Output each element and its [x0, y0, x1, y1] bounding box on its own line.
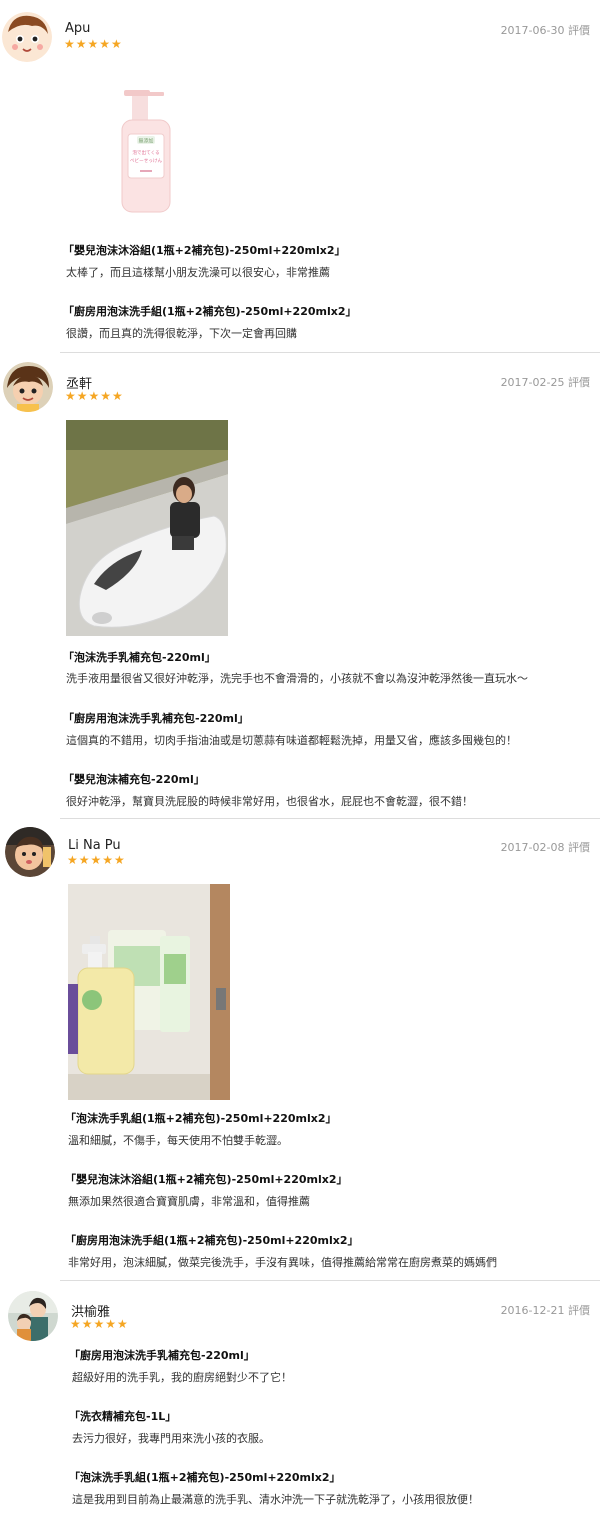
avatar[interactable]	[2, 12, 52, 62]
review-date: 2016-12-21 評價	[500, 1304, 590, 1317]
reviewer-name: Li Na Pu	[68, 838, 121, 853]
review-photo[interactable]	[68, 884, 230, 1100]
product-bottle-image: 無添加 泡で出てくる ベビーせっけん	[110, 86, 190, 216]
rating-stars: ★★★★★	[70, 1317, 129, 1331]
product-line2-text: ベビーせっけん	[130, 157, 163, 164]
review-text: 非常好用，泡沫細膩，做菜完後洗手，手沒有異味，值得推薦給常常在廚房煮菜的媽媽們	[68, 1256, 497, 1269]
review-text: 很讚，而且真的洗得很乾淨，下次一定會再回購	[66, 327, 297, 340]
product-title[interactable]: 「泡沫洗手乳補充包-220ml」	[63, 649, 216, 665]
review-text: 很好沖乾淨，幫寶貝洗屁股的時候非常好用，也很省水，屁屁也不會乾澀，很不錯！	[66, 795, 473, 808]
product-title[interactable]: 「泡沫洗手乳組(1瓶+2補充包)-250ml+220mlx2」	[69, 1469, 341, 1485]
review-date: 2017-06-30 評價	[500, 24, 590, 37]
rating-stars: ★★★★★	[65, 389, 124, 403]
product-brand-text: 無添加	[138, 138, 153, 145]
review-text: 太棒了，而且這樣幫小朋友洗澡可以很安心，非常推薦	[66, 266, 330, 279]
review-text: 無添加果然很適合寶寶肌膚，非常溫和，值得推薦	[68, 1195, 310, 1208]
review-divider	[60, 818, 600, 819]
product-title[interactable]: 「泡沫洗手乳組(1瓶+2補充包)-250ml+220mlx2」	[65, 1110, 337, 1126]
review-date: 2017-02-25 評價	[500, 376, 590, 389]
reviewer-name: Apu	[65, 21, 91, 36]
avatar[interactable]	[5, 827, 55, 877]
review-text: 超級好用的洗手乳，我的廚房絕對少不了它！	[72, 1371, 292, 1384]
cabinet-products-photo	[68, 884, 230, 1100]
review-text: 去污力很好，我專門用來洗小孩的衣服。	[72, 1432, 270, 1445]
rating-stars: ★★★★★	[67, 853, 126, 867]
review-text: 洗手液用量很省又很好沖乾淨，洗完手也不會滑滑的，小孩就不會以為沒沖乾淨然後一直玩…	[66, 672, 528, 685]
review-divider	[60, 352, 600, 353]
product-title[interactable]: 「嬰兒泡沫補充包-220ml」	[63, 771, 205, 787]
avatar[interactable]	[3, 362, 53, 412]
product-title[interactable]: 「嬰兒泡沫沐浴組(1瓶+2補充包)-250ml+220mlx2」	[65, 1171, 348, 1187]
product-title[interactable]: 「廚房用泡沫洗手乳補充包-220ml」	[69, 1347, 255, 1363]
rating-stars: ★★★★★	[64, 37, 123, 51]
review-photo[interactable]: 無添加 泡で出てくる ベビーせっけん	[110, 86, 190, 216]
child-car-photo	[66, 420, 228, 636]
review-text: 這個真的不錯用，切肉手指油油或是切蔥蒜有味道都輕鬆洗掉，用量又省，應該多囤幾包的…	[66, 734, 517, 747]
avatar[interactable]	[8, 1291, 58, 1341]
product-title[interactable]: 「嬰兒泡沫沐浴組(1瓶+2補充包)-250ml+220mlx2」	[63, 242, 346, 258]
product-title[interactable]: 「廚房用泡沫洗手乳補充包-220ml」	[63, 710, 249, 726]
product-title[interactable]: 「廚房用泡沫洗手組(1瓶+2補充包)-250ml+220mlx2」	[65, 1232, 359, 1248]
product-title[interactable]: 「洗衣精補充包-1L」	[69, 1408, 176, 1424]
product-title[interactable]: 「廚房用泡沫洗手組(1瓶+2補充包)-250ml+220mlx2」	[63, 303, 357, 319]
review-divider	[60, 1280, 600, 1281]
review-text: 溫和細膩，不傷手，每天使用不怕雙手乾澀。	[68, 1134, 288, 1147]
review-text: 這是我用到目前為止最滿意的洗手乳、清水沖洗一下子就洗乾淨了，小孩用很放便！	[72, 1493, 479, 1506]
review-date: 2017-02-08 評價	[500, 841, 590, 854]
review-photo[interactable]	[66, 420, 228, 636]
product-line1-text: 泡で出てくる	[132, 149, 159, 156]
